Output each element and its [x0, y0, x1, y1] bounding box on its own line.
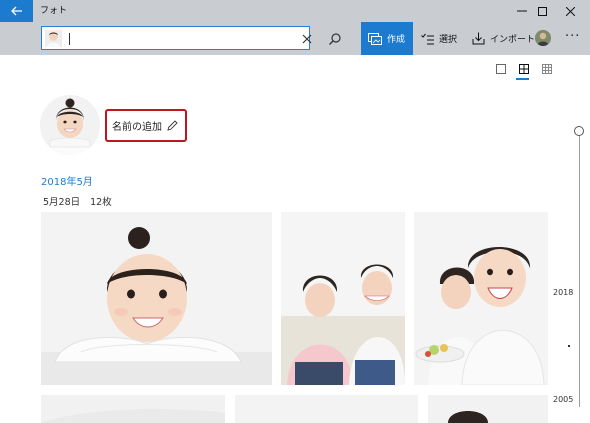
text-caret — [69, 33, 70, 45]
search-input[interactable] — [68, 29, 258, 47]
more-options-button[interactable]: ··· — [565, 29, 580, 44]
photo-thumbnail[interactable] — [41, 212, 272, 385]
small-view-icon[interactable] — [542, 64, 552, 74]
timeline-year-label[interactable]: 2005 — [553, 395, 574, 404]
create-icon — [368, 32, 382, 45]
search-person-avatar — [45, 30, 62, 47]
select-icon — [421, 33, 434, 44]
timeline-marker — [568, 345, 570, 347]
person-avatar[interactable] — [40, 95, 100, 155]
large-view-icon[interactable] — [496, 64, 506, 74]
photo-thumbnail[interactable] — [41, 395, 225, 423]
view-size-toggles — [496, 64, 552, 74]
photo-thumbnail[interactable] — [414, 212, 548, 385]
month-heading[interactable]: 2018年5月 — [41, 173, 93, 188]
back-button[interactable] — [0, 0, 33, 22]
date-label: 5月28日 — [43, 197, 81, 208]
title-bar: フォト — [0, 0, 590, 22]
date-heading: 5月28日 12枚 — [43, 194, 112, 208]
photo-thumbnail[interactable] — [235, 395, 418, 423]
back-arrow-icon — [10, 6, 22, 16]
account-avatar[interactable] — [535, 30, 551, 46]
add-name-button[interactable]: 名前の追加 — [105, 109, 187, 142]
timeline-track[interactable] — [579, 131, 580, 407]
window-title: フォト — [40, 6, 68, 16]
toolbar: 作成 選択 インポート ··· — [0, 22, 590, 55]
import-icon — [472, 32, 485, 45]
clear-x-icon[interactable] — [300, 32, 314, 46]
close-button[interactable] — [547, 0, 590, 22]
close-icon — [565, 6, 575, 16]
pencil-icon — [167, 120, 178, 131]
photo-thumbnail[interactable] — [428, 395, 548, 423]
active-view-indicator — [516, 78, 529, 80]
medium-view-icon[interactable] — [519, 64, 529, 74]
timeline-year-label[interactable]: 2018 — [553, 288, 574, 297]
search-box[interactable] — [41, 26, 341, 50]
photo-thumbnail[interactable] — [281, 212, 405, 385]
select-button[interactable]: 選択 — [421, 22, 457, 55]
create-label: 作成 — [387, 35, 406, 45]
maximize-icon — [537, 6, 547, 16]
import-label: インポート — [490, 35, 536, 45]
photo-count: 12枚 — [90, 197, 112, 208]
import-button[interactable]: インポート — [472, 22, 535, 55]
create-button[interactable]: 作成 — [361, 22, 413, 55]
select-label: 選択 — [439, 35, 458, 45]
search-icon[interactable] — [328, 32, 342, 46]
timeline-handle[interactable] — [574, 126, 584, 136]
add-name-label: 名前の追加 — [112, 122, 162, 133]
